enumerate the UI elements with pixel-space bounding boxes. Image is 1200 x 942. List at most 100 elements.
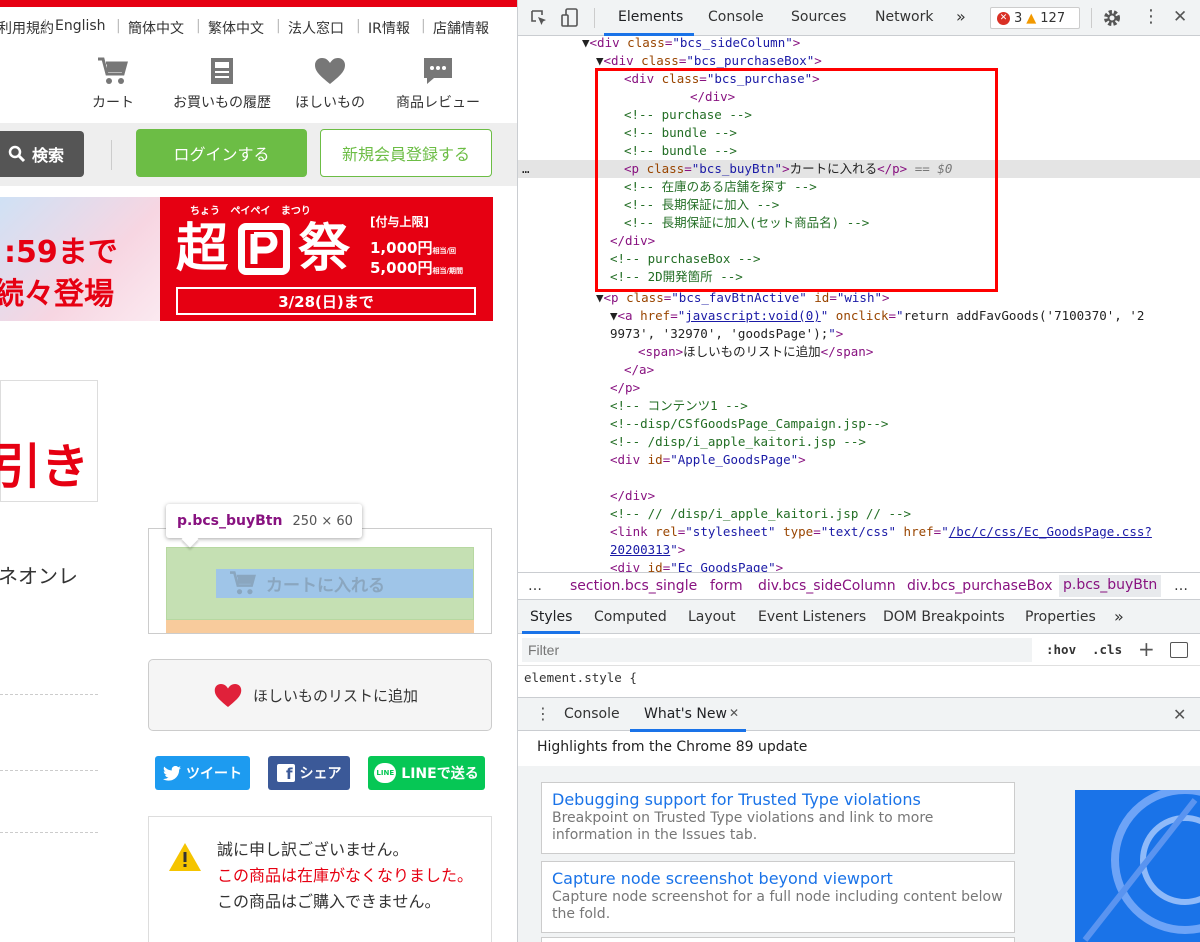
header-cart[interactable]: カート (88, 56, 138, 112)
inspect-element-icon[interactable] (530, 9, 548, 27)
breadcrumb-item[interactable]: div.bcs_sideColumn (758, 578, 896, 594)
devtools-panel: Elements Console Sources Network » ✕ 3 ▲… (517, 0, 1200, 942)
card-title[interactable]: Debugging support for Trusted Type viola… (552, 790, 1004, 810)
register-button[interactable]: 新規会員登録する (320, 129, 492, 177)
inspect-tooltip: p.bcs_buyBtn 250 × 60 (166, 504, 362, 538)
toggle-sidebar-icon[interactable] (1170, 642, 1188, 658)
header-history[interactable]: お買いもの履歴 (167, 56, 277, 112)
whats-new-card[interactable]: Debugging support for Trusted Type viola… (541, 782, 1015, 854)
nav-link-corporate[interactable]: 法人窓口 (288, 18, 344, 38)
banner-title-1: 超 (176, 219, 229, 279)
dom-node[interactable]: 20200313"> (518, 541, 1200, 559)
tweet-button[interactable]: ツイート (155, 756, 250, 790)
line-icon: LINE (374, 763, 397, 783)
nav-link-simplified-chinese[interactable]: 簡体中文 (128, 18, 184, 38)
dom-node[interactable]: </div> (518, 487, 1200, 505)
dom-node[interactable]: ▼<a href="javascript:void(0)" onclick="r… (518, 307, 1200, 325)
tab-computed[interactable]: Computed (594, 609, 667, 625)
kebab-menu-icon[interactable]: ⋮ (1142, 6, 1160, 27)
paypay-festival-banner[interactable]: ちょう ペイペイ まつり 超 祭 [付与上限] 1,000円相当/回 5,000… (160, 197, 493, 321)
add-to-wishlist-button[interactable]: ほしいものリストに追加 (148, 659, 492, 731)
add-rule-icon[interactable]: + (1138, 637, 1155, 661)
drawer-tab-whats-new[interactable]: What's New (644, 706, 727, 722)
tab-sources[interactable]: Sources (791, 9, 846, 25)
tab-event-listeners[interactable]: Event Listeners (758, 609, 866, 625)
tooltip-selector: p.bcs_buyBtn (177, 513, 283, 529)
product-name-fragment: ネオンレ (0, 564, 78, 588)
discount-text: 引き (0, 439, 90, 495)
close-tab-icon[interactable]: ✕ (729, 706, 739, 720)
card-description: Capture node screenshot for a full node … (552, 889, 1003, 922)
facebook-icon: f (276, 764, 295, 782)
nav-link-stores[interactable]: 店舗情報 (433, 18, 489, 38)
search-icon (8, 145, 26, 163)
search-button[interactable]: 検索 (0, 131, 84, 177)
hov-toggle[interactable]: :hov (1046, 642, 1076, 657)
device-toolbar-icon[interactable] (560, 8, 580, 28)
dom-comment[interactable]: <!--disp/CSfGoodsPage_Campaign.jsp--> (518, 415, 1200, 433)
banner-until: 3/28(日)まで (176, 287, 476, 315)
header-wishlist-label: ほしいもの (295, 95, 365, 111)
dom-node[interactable]: </p> (518, 379, 1200, 397)
promo-banner-left[interactable]: :59まで 続々登場 (0, 197, 160, 321)
banner-cap-label: [付与上限] (370, 215, 429, 229)
tab-network[interactable]: Network (875, 9, 933, 25)
dom-node[interactable]: ▼<div class="bcs_sideColumn"> (518, 36, 1200, 52)
dom-comment[interactable]: <!-- // /disp/i_apple_kaitori.jsp // --> (518, 505, 1200, 523)
notice-line-3: この商品はご購入できません。 (217, 892, 441, 911)
tab-layout[interactable]: Layout (688, 609, 736, 625)
close-icon[interactable]: ✕ (1173, 7, 1187, 27)
card-description: Breakpoint on Trusted Type violations an… (552, 810, 934, 843)
more-tabs-button[interactable]: » (956, 7, 966, 26)
dom-tree[interactable]: ▼<div class="bcs_sideColumn"> ▼<div clas… (518, 36, 1200, 572)
dom-breadcrumb: … section.bcs_single form div.bcs_sideCo… (518, 572, 1200, 600)
dom-node[interactable]: <span>ほしいものリストに追加</span> (518, 343, 1200, 361)
styles-filter-input[interactable] (522, 638, 1032, 662)
styles-pane-tabs: Styles Computed Layout Event Listeners D… (518, 600, 1200, 634)
whats-new-card[interactable]: Capture node screenshot beyond viewport … (541, 861, 1015, 933)
banner-left-sub: 続々登場 (0, 277, 114, 312)
breadcrumb-item[interactable]: div.bcs_purchaseBox (907, 578, 1053, 594)
line-share-button[interactable]: LINE LINEで送る (368, 756, 485, 790)
annotation-red-box (595, 68, 998, 292)
drawer-tabs: ⋮ Console What's New ✕ ✕ (518, 697, 1200, 732)
banner-amount-1: 1,000円相当/回 (370, 239, 457, 257)
tab-dom-breakpoints[interactable]: DOM Breakpoints (883, 609, 1005, 625)
breadcrumb-item[interactable]: form (710, 578, 743, 594)
dom-node[interactable]: <div id="Ec_GoodsPage"> (518, 559, 1200, 572)
close-drawer-icon[interactable]: ✕ (1173, 705, 1186, 724)
warning-icon: ▲ (1026, 10, 1037, 26)
dom-node[interactable]: </a> (518, 361, 1200, 379)
card-title[interactable]: Capture node screenshot beyond viewport (552, 869, 1004, 889)
facebook-share-button[interactable]: f シェア (268, 756, 350, 790)
header-review[interactable]: 商品レビュー (392, 56, 484, 112)
dom-node[interactable]: <link rel="stylesheet" type="text/css" h… (518, 523, 1200, 541)
cart-icon (98, 57, 128, 84)
dom-node[interactable]: 9973', '32970', 'goodsPage');"> (518, 325, 1200, 343)
breadcrumb-item-active[interactable]: p.bcs_buyBtn (1059, 575, 1162, 597)
header-wishlist[interactable]: ほしいもの (292, 56, 368, 112)
devtools-toolbar: Elements Console Sources Network » ✕ 3 ▲… (518, 0, 1200, 36)
more-tabs-button[interactable]: » (1114, 607, 1124, 626)
gear-icon[interactable] (1102, 8, 1122, 28)
top-nav: 利用規約 | English | 簡体中文 | 繁体中文 | 法人窓口 | IR… (0, 18, 489, 38)
nav-link-traditional-chinese[interactable]: 繁体中文 (208, 18, 264, 38)
nav-link-ir[interactable]: IR情報 (368, 18, 410, 38)
nav-link-english[interactable]: English (55, 18, 106, 34)
dom-node[interactable]: <div id="Apple_GoodsPage"> (518, 451, 1200, 469)
breadcrumb-item[interactable]: section.bcs_single (570, 578, 697, 594)
login-button[interactable]: ログインする (136, 129, 307, 177)
cls-toggle[interactable]: .cls (1092, 642, 1122, 657)
tab-elements[interactable]: Elements (618, 9, 683, 25)
tab-properties[interactable]: Properties (1025, 609, 1096, 625)
drawer-menu-icon[interactable]: ⋮ (535, 704, 551, 723)
element-style-rule[interactable]: element.style { (524, 670, 637, 685)
discount-banner[interactable]: 引き (0, 380, 98, 502)
dom-comment[interactable]: <!-- コンテンツ1 --> (518, 397, 1200, 415)
tab-console[interactable]: Console (708, 9, 764, 25)
tab-styles[interactable]: Styles (530, 609, 572, 625)
issues-counter[interactable]: ✕ 3 ▲ 127 (990, 7, 1080, 29)
dom-comment[interactable]: <!-- /disp/i_apple_kaitori.jsp --> (518, 433, 1200, 451)
drawer-tab-console[interactable]: Console (564, 706, 620, 722)
add-to-cart-button[interactable]: カートに入れる (228, 570, 385, 596)
